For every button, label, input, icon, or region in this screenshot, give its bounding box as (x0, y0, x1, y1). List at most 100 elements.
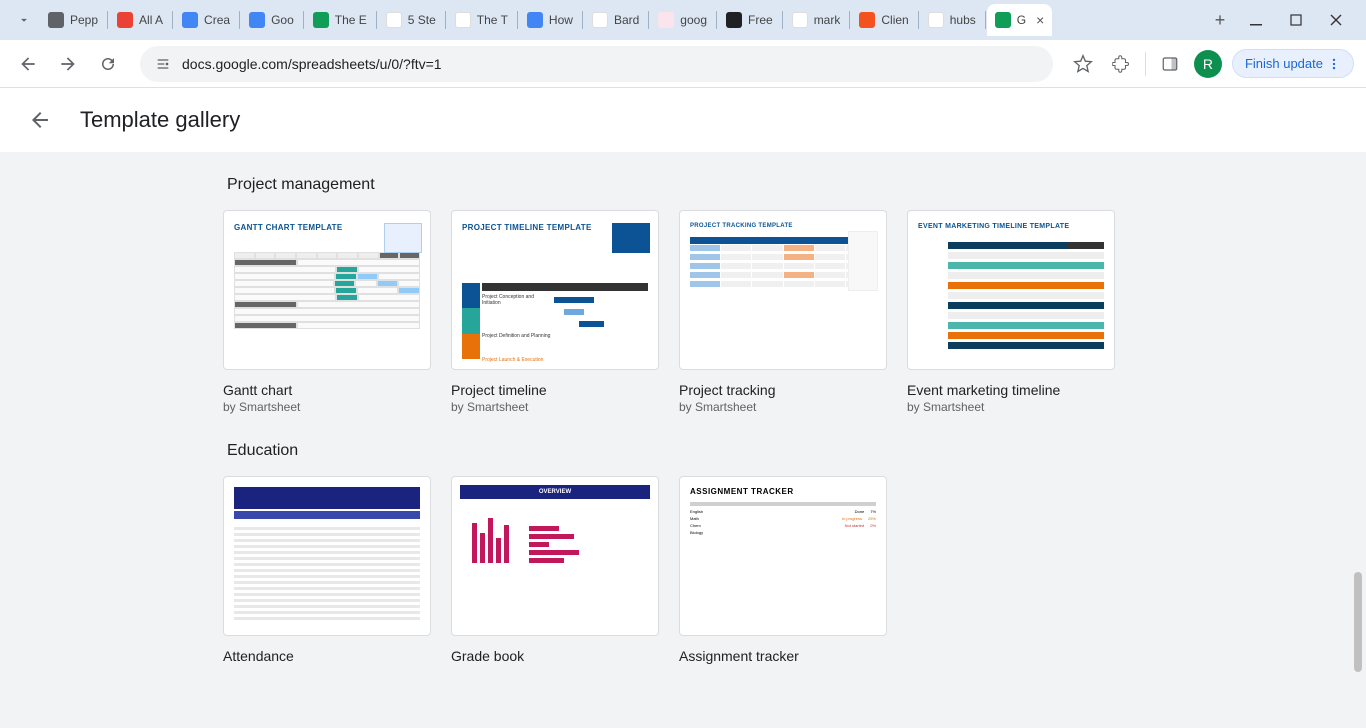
tab-title: The E (335, 13, 367, 27)
template-thumbnail: EVENT MARKETING TIMELINE TEMPLATE (907, 210, 1115, 370)
browser-tab[interactable]: All A (109, 4, 171, 36)
template-name: Event marketing timeline (907, 382, 1115, 398)
close-tab-icon[interactable]: × (1036, 12, 1044, 28)
gallery-body[interactable]: Project management GANTT CHART TEMPLATE (0, 152, 1366, 728)
tab-title: goog (680, 13, 707, 27)
address-bar[interactable]: docs.google.com/spreadsheets/u/0/?ftv=1 (140, 46, 1053, 82)
thumb-label: Project Conception and Initiation (482, 294, 552, 306)
browser-tab[interactable]: Pepp (40, 4, 106, 36)
docs-icon (527, 12, 543, 28)
section-title: Project management (223, 176, 1143, 194)
clickup-icon (455, 12, 471, 28)
thumb-label: Project Definition and Planning (482, 333, 552, 339)
browser-tab[interactable]: Clien (851, 4, 916, 36)
back-button[interactable] (12, 48, 44, 80)
browser-tab[interactable]: The T (447, 4, 516, 36)
new-tab-button[interactable]: + (1206, 6, 1234, 34)
tab-search-dropdown[interactable] (12, 8, 36, 32)
browser-tab[interactable]: 5 Ste (378, 4, 444, 36)
template-card-grade-book[interactable]: OVERVIEW (451, 476, 659, 664)
template-author: by Smartsheet (223, 400, 431, 414)
tab-separator (107, 11, 108, 29)
browser-tab[interactable]: Free (718, 4, 781, 36)
vercel-icon (726, 12, 742, 28)
frog-icon (386, 12, 402, 28)
google-icon (792, 12, 808, 28)
template-card-attendance[interactable]: Attendance (223, 476, 431, 664)
bookmark-star-icon[interactable] (1069, 50, 1097, 78)
tab-separator (716, 11, 717, 29)
thumb-label: Project Launch & Execution (482, 357, 552, 363)
side-panel-icon[interactable] (1156, 50, 1184, 78)
template-author: by Smartsheet (451, 400, 659, 414)
tab-separator (517, 11, 518, 29)
template-author: by Smartsheet (907, 400, 1115, 414)
craft-icon (658, 12, 674, 28)
browser-toolbar: docs.google.com/spreadsheets/u/0/?ftv=1 … (0, 40, 1366, 88)
browser-tab-strip: Pepp All A Crea Goo The E 5 Ste The THowBard go… (0, 0, 1366, 40)
tab-separator (376, 11, 377, 29)
tab-title: Pepp (70, 13, 98, 27)
template-thumbnail (223, 476, 431, 636)
browser-tab[interactable]: Goo (241, 4, 302, 36)
template-card-project-timeline[interactable]: PROJECT TIMELINE TEMPLATE Project Concep… (451, 210, 659, 414)
thumb-title: ASSIGNMENT TRACKER (680, 477, 886, 500)
scrollbar-thumb[interactable] (1354, 572, 1362, 672)
template-name: Grade book (451, 648, 659, 664)
browser-tab[interactable]: Bard (584, 4, 647, 36)
tab-title: G (1017, 13, 1026, 27)
tab-title: 5 Ste (408, 13, 436, 27)
tab-title: Goo (271, 13, 294, 27)
template-thumbnail: GANTT CHART TEMPLATE (223, 210, 431, 370)
thumb-title: OVERVIEW (460, 485, 650, 499)
page-header: Template gallery (0, 88, 1366, 152)
browser-tab[interactable]: Crea (174, 4, 238, 36)
site-settings-icon[interactable] (154, 55, 172, 73)
pepper-icon (48, 12, 64, 28)
template-card-assignment-tracker[interactable]: ASSIGNMENT TRACKER EnglishDone7% MathIn … (679, 476, 887, 664)
template-card-event-marketing-timeline[interactable]: EVENT MARKETING TIMELINE TEMPLATE (907, 210, 1115, 414)
thumb-title: EVENT MARKETING TIMELINE TEMPLATE (918, 223, 1104, 230)
docs-icon (249, 12, 265, 28)
browser-tab[interactable]: goog (650, 4, 715, 36)
toolbar-separator (1145, 52, 1146, 76)
browser-tab[interactable]: mark (784, 4, 849, 36)
template-name: Assignment tracker (679, 648, 887, 664)
tab-separator (782, 11, 783, 29)
tab-separator (985, 11, 986, 29)
window-controls (1234, 6, 1358, 34)
maximize-button[interactable] (1282, 6, 1310, 34)
tab-separator (582, 11, 583, 29)
profile-avatar[interactable]: R (1194, 50, 1222, 78)
tabs-container: Pepp All A Crea Goo The E 5 Ste The THowBard go… (40, 0, 1198, 40)
browser-tab[interactable]: G× (987, 4, 1053, 36)
template-thumbnail: PROJECT TIMELINE TEMPLATE Project Concep… (451, 210, 659, 370)
section-education: Education (223, 442, 1143, 664)
etsy-icon (859, 12, 875, 28)
close-window-button[interactable] (1322, 6, 1350, 34)
browser-tab[interactable]: hubs (920, 4, 984, 36)
minimize-button[interactable] (1242, 6, 1270, 34)
template-thumbnail: OVERVIEW (451, 476, 659, 636)
finish-update-button[interactable]: Finish update (1232, 49, 1354, 78)
template-author: by Smartsheet (679, 400, 887, 414)
extensions-icon[interactable] (1107, 50, 1135, 78)
gallery-back-button[interactable] (24, 104, 56, 136)
template-card-gantt-chart[interactable]: GANTT CHART TEMPLATE (223, 210, 431, 414)
forward-button[interactable] (52, 48, 84, 80)
tab-title: All A (139, 13, 163, 27)
docs-icon (182, 12, 198, 28)
tab-separator (849, 11, 850, 29)
browser-tab[interactable]: The E (305, 4, 375, 36)
sheets-icon (313, 12, 329, 28)
tab-separator (172, 11, 173, 29)
reload-button[interactable] (92, 48, 124, 80)
tab-title: Crea (204, 13, 230, 27)
tab-title: mark (814, 13, 841, 27)
tab-separator (445, 11, 446, 29)
tab-separator (303, 11, 304, 29)
tab-separator (239, 11, 240, 29)
url-text: docs.google.com/spreadsheets/u/0/?ftv=1 (182, 56, 442, 72)
browser-tab[interactable]: How (519, 4, 581, 36)
template-card-project-tracking[interactable]: PROJECT TRACKING TEMPLATE (679, 210, 887, 414)
